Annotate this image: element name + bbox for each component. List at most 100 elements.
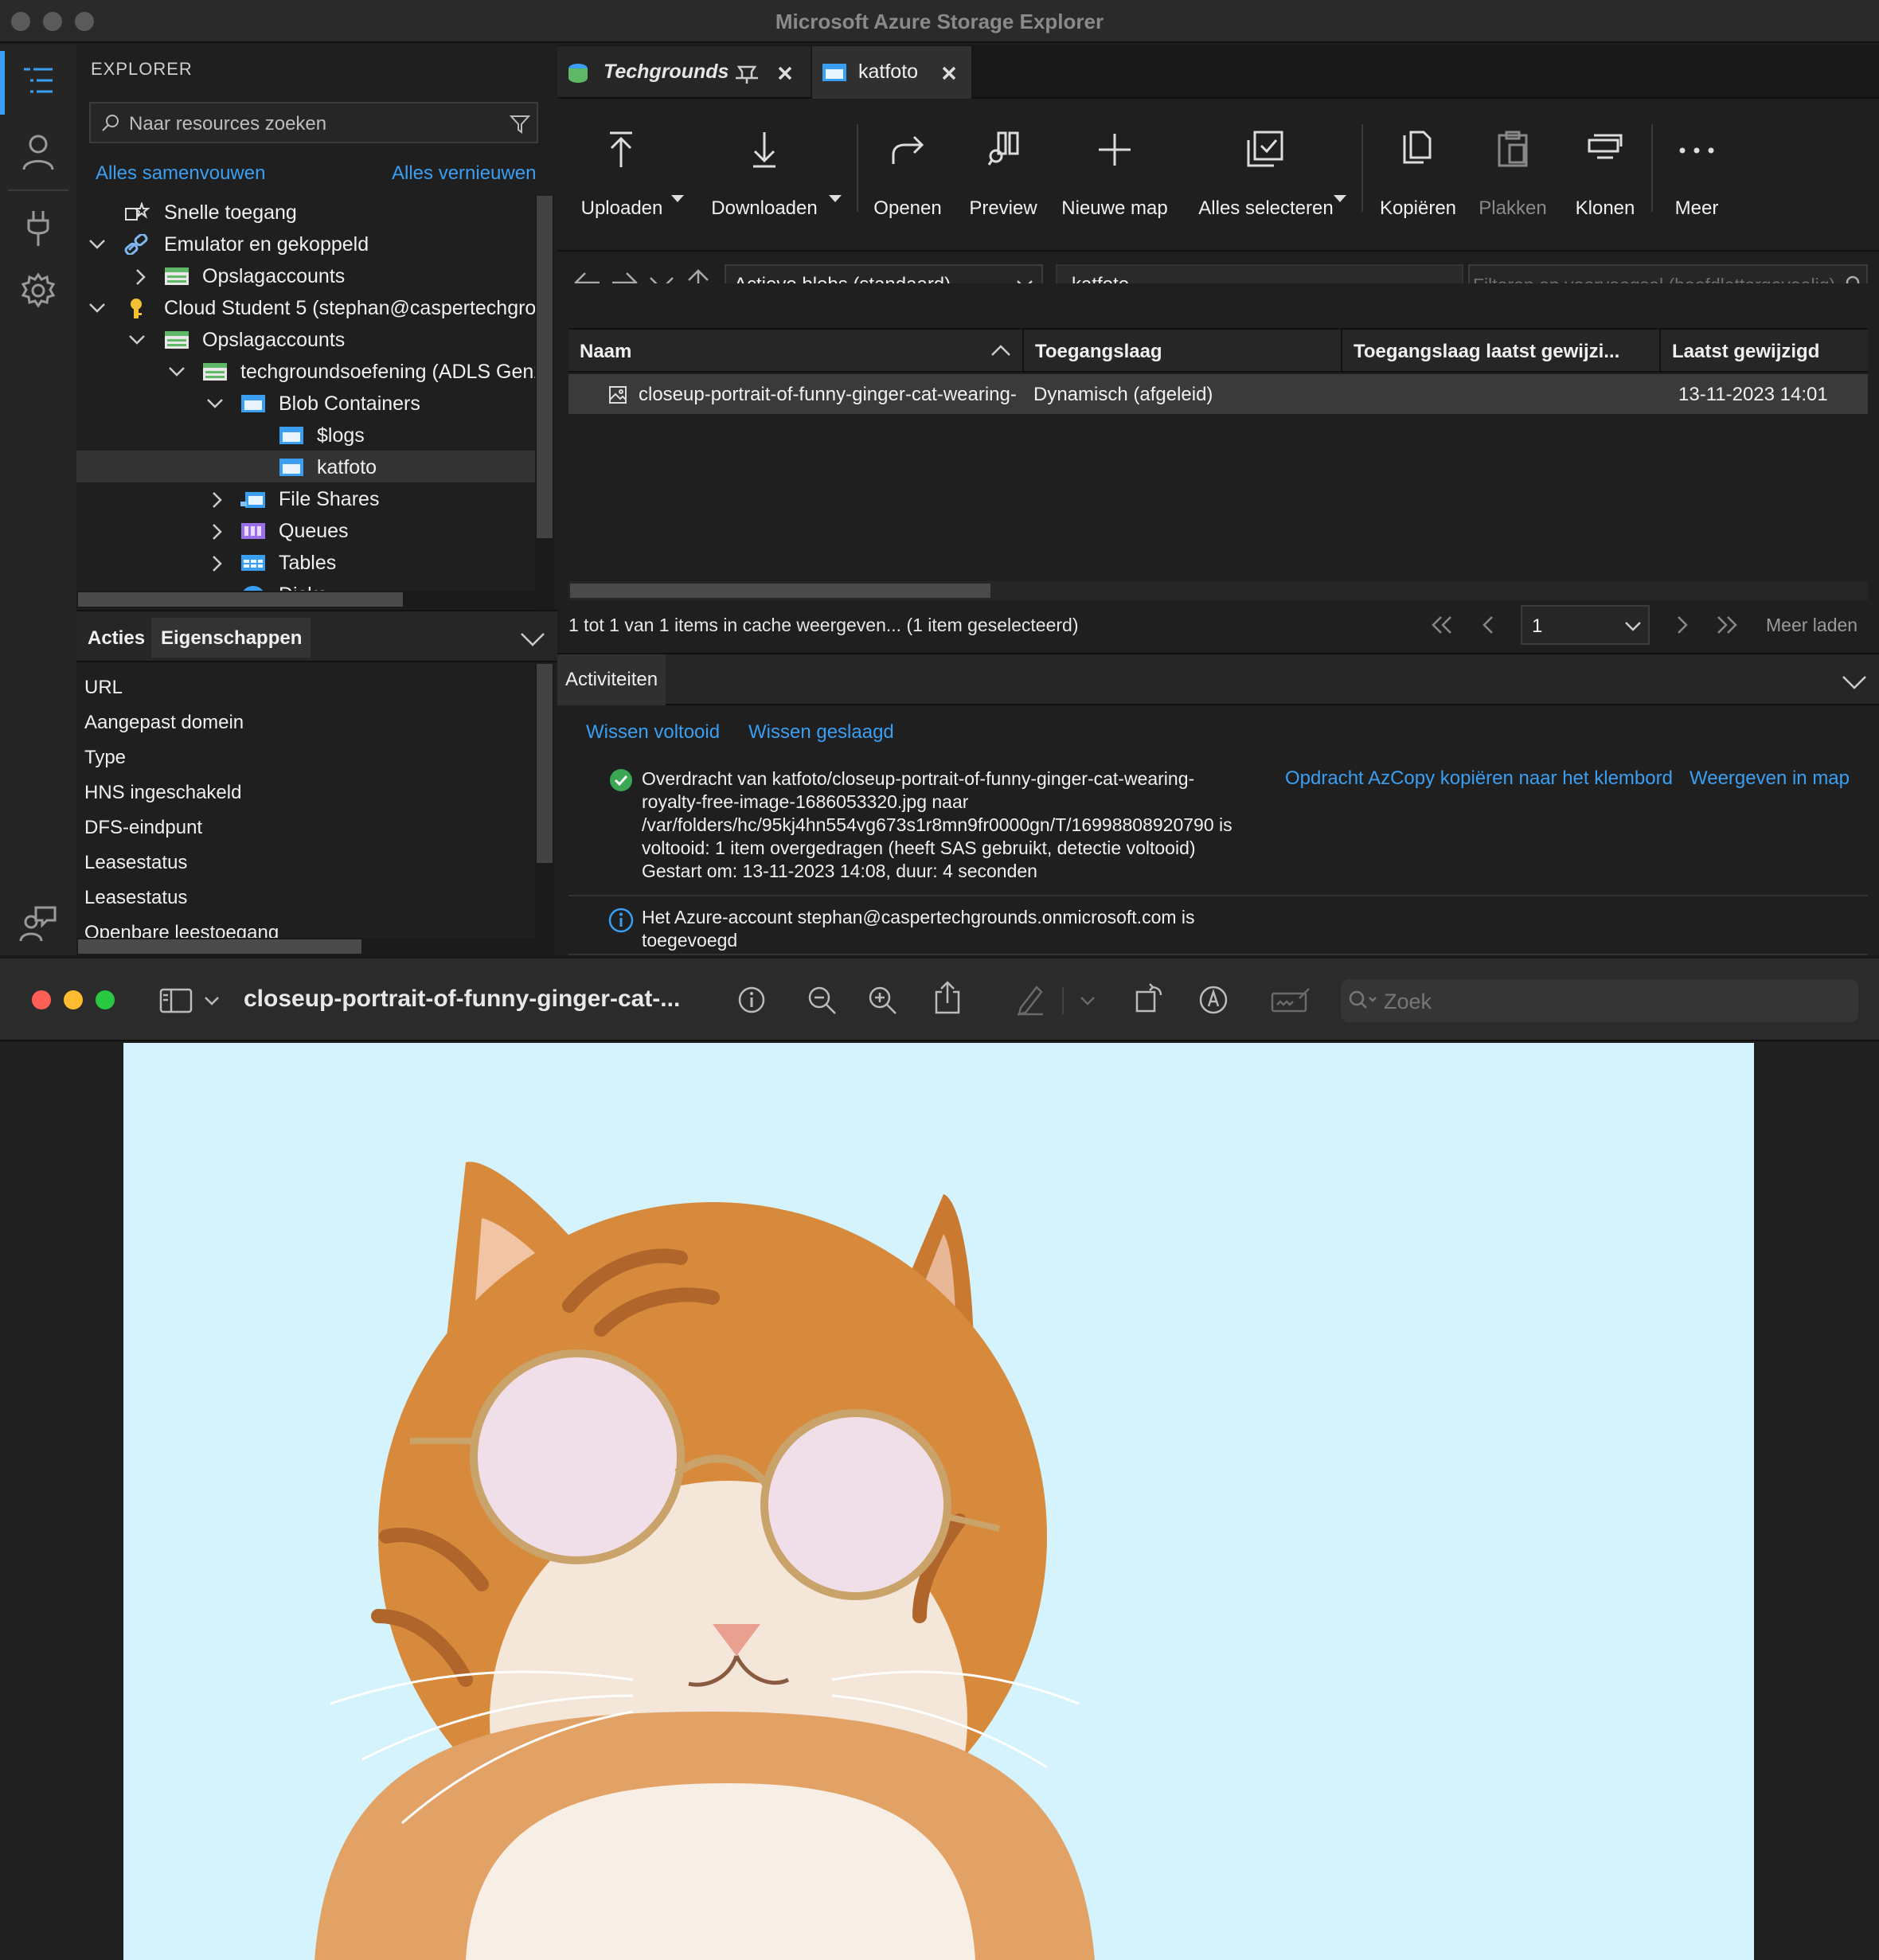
select-all-dropdown-icon[interactable]: [1333, 194, 1347, 204]
pin-icon[interactable]: [734, 62, 760, 84]
column-label: Naam: [580, 341, 632, 362]
markup-icon[interactable]: [1197, 984, 1229, 1016]
tree-item-blob-containers[interactable]: Blob Containers: [76, 387, 535, 419]
chevron-down-icon[interactable]: [519, 627, 546, 648]
first-page-icon[interactable]: [1430, 615, 1454, 635]
clone-button[interactable]: Klonen: [1565, 113, 1645, 232]
chevron-down-icon[interactable]: [1841, 672, 1868, 691]
next-page-icon[interactable]: [1674, 615, 1690, 635]
upload-dropdown-icon[interactable]: [670, 194, 685, 204]
download-button[interactable]: Downloaden: [701, 113, 828, 232]
storage-account-icon: [203, 363, 227, 381]
settings-button[interactable]: [0, 255, 76, 326]
clear-succeeded-link[interactable]: Wissen geslaagd: [748, 721, 894, 744]
properties-vertical-scrollbar[interactable]: [535, 664, 554, 955]
tree-item-tables[interactable]: Tables: [76, 546, 535, 578]
copy-button[interactable]: Kopiëren: [1374, 113, 1462, 232]
close-icon[interactable]: [940, 64, 959, 83]
tree-item-storage-account[interactable]: techgroundsoefening (ADLS Gen2): [76, 355, 535, 387]
preview-button[interactable]: Preview: [963, 113, 1043, 232]
zoom-window-button[interactable]: [96, 990, 115, 1009]
properties-horizontal-scrollbar[interactable]: [76, 938, 535, 955]
select-all-button[interactable]: Alles selecteren: [1186, 113, 1346, 232]
collapse-all-link[interactable]: Alles samenvouwen: [96, 162, 265, 185]
tree-item-subscription[interactable]: Cloud Student 5 (stephan@caspertechgroun…: [76, 291, 535, 323]
storage-account-icon: [165, 267, 189, 285]
tree-horizontal-scrollbar[interactable]: [76, 591, 535, 608]
clear-completed-link[interactable]: Wissen voltooid: [586, 721, 720, 744]
share-icon[interactable]: [933, 981, 962, 1014]
tree-item-katfoto-container[interactable]: katfoto: [76, 451, 535, 482]
resource-search-box[interactable]: Naar resources zoeken: [89, 102, 538, 143]
more-button[interactable]: Meer: [1661, 113, 1733, 232]
tree-item-label: techgroundsoefening (ADLS Gen2): [240, 361, 535, 383]
previous-page-icon[interactable]: [1481, 615, 1497, 635]
open-label: Openen: [873, 197, 942, 219]
zoom-out-icon[interactable]: [807, 986, 838, 1016]
markup-pen-icon[interactable]: [1016, 984, 1045, 1016]
download-dropdown-icon[interactable]: [828, 194, 842, 204]
preview-search-field[interactable]: Zoek: [1341, 979, 1858, 1022]
tab-techgrounds[interactable]: Techgrounds: [557, 46, 811, 97]
column-header-name[interactable]: Naam: [568, 330, 1024, 373]
chevron-down-icon: [169, 367, 185, 377]
upload-button[interactable]: Uploaden: [570, 113, 674, 232]
last-page-icon[interactable]: [1715, 615, 1739, 635]
toolbar-divider: [857, 124, 858, 212]
open-button[interactable]: Openen: [869, 113, 946, 232]
tree-item-logs-container[interactable]: $logs: [76, 419, 535, 451]
explorer-view-button[interactable]: [0, 45, 76, 116]
copy-azcopy-command-link[interactable]: Opdracht AzCopy kopiëren naar het klembo…: [1285, 767, 1673, 790]
property-dfs-endpoint: DFS-eindpunt: [84, 817, 203, 838]
activity-line: toegevoegd: [642, 930, 738, 951]
search-placeholder: Zoek: [1384, 990, 1432, 1013]
activities-title[interactable]: Activiteiten: [557, 654, 666, 705]
plug-icon: [27, 211, 49, 246]
signature-icon[interactable]: [1271, 987, 1311, 1014]
feedback-button[interactable]: [0, 888, 76, 955]
tree-vertical-scrollbar[interactable]: [535, 196, 554, 634]
tree-item-storage-accounts[interactable]: Opslagaccounts: [76, 323, 535, 355]
tree-item-quick-access[interactable]: Snelle toegang: [76, 196, 535, 228]
preview-window: closeup-portrait-of-funny-ginger-cat-...…: [0, 959, 1879, 1960]
tree-item-emulator-storage[interactable]: Opslagaccounts: [76, 260, 535, 291]
load-more-link[interactable]: Meer laden: [1766, 615, 1858, 636]
tab-actions[interactable]: Acties: [76, 611, 150, 662]
new-folder-button[interactable]: Nieuwe map: [1059, 113, 1170, 232]
activity-item-account: Het Azure-account stephan@caspertechgrou…: [568, 900, 1868, 955]
activity-line: /var/folders/hc/95kj4hn554vg673s1r8mn9fr…: [642, 814, 1232, 835]
filter-icon[interactable]: [510, 114, 530, 135]
account-button[interactable]: [0, 116, 76, 188]
tree-item-file-shares[interactable]: File Shares: [76, 482, 535, 514]
cell-name: closeup-portrait-of-funny-ginger-cat-wea…: [639, 384, 1016, 405]
paste-button[interactable]: Plakken: [1473, 113, 1553, 232]
refresh-all-link[interactable]: Alles vernieuwen: [392, 162, 536, 185]
tab-properties[interactable]: Eigenschappen: [151, 618, 311, 658]
zoom-in-icon[interactable]: [868, 986, 898, 1016]
property-hns: HNS ingeschakeld: [84, 782, 242, 803]
column-header-last-modified[interactable]: Laatst gewijzigd: [1661, 330, 1868, 373]
chevron-down-icon[interactable]: [204, 995, 220, 1006]
rotate-icon[interactable]: [1134, 982, 1166, 1014]
close-icon[interactable]: [775, 64, 795, 83]
info-icon[interactable]: [737, 986, 766, 1014]
tree-item-label: Queues: [279, 520, 349, 542]
column-header-tier[interactable]: Toegangslaag: [1024, 330, 1342, 373]
tree-item-emulator[interactable]: Emulator en gekoppeld: [76, 228, 535, 260]
minimize-window-button[interactable]: [64, 990, 83, 1009]
activity-line: Gestart om: 13-11-2023 14:08, duur: 4 se…: [642, 861, 1037, 881]
sidebar-toggle-icon[interactable]: [159, 987, 193, 1014]
tree-item-queues[interactable]: Queues: [76, 514, 535, 546]
clone-icon: [1588, 134, 1623, 159]
close-window-button[interactable]: [32, 990, 51, 1009]
column-header-tier-modified[interactable]: Toegangslaag laatst gewijzi...: [1342, 330, 1661, 373]
storage-account-icon: [568, 64, 588, 83]
tab-katfoto[interactable]: katfoto: [812, 46, 971, 99]
table-row[interactable]: closeup-portrait-of-funny-ginger-cat-wea…: [568, 374, 1868, 414]
file-share-icon: [240, 492, 265, 508]
search-icon: [1349, 990, 1377, 1009]
page-select[interactable]: 1: [1521, 605, 1650, 645]
connect-button[interactable]: [0, 193, 76, 264]
chevron-down-icon[interactable]: [1080, 995, 1096, 1006]
show-in-folder-link[interactable]: Weergeven in map: [1690, 767, 1850, 790]
